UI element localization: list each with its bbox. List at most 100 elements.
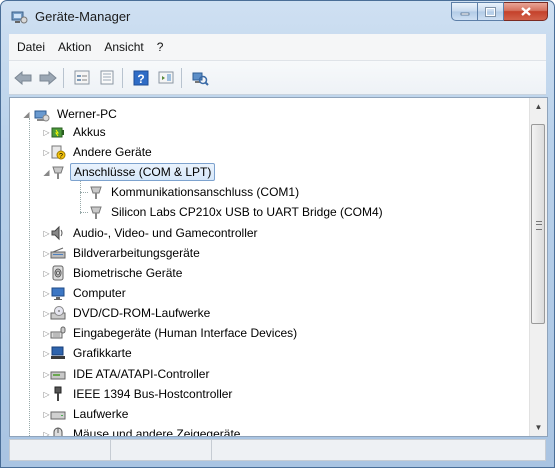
tree-subitem-com4[interactable]: Silicon Labs CP210x USB to UART Bridge (… [80,202,386,222]
status-bar [9,439,546,461]
firewire-icon [50,386,66,402]
expand-arrow-icon[interactable]: ▷ [42,128,51,137]
toolbar: ? [9,61,546,95]
toolbar-separator [63,67,64,88]
window-title: Geräte-Manager [35,9,131,24]
port-icon [50,164,66,180]
battery-icon [50,124,66,140]
menu-ansicht[interactable]: Ansicht [99,40,148,54]
maximize-button[interactable] [478,2,504,21]
tree-item-label: IDE ATA/ATAPI-Controller [73,367,210,381]
tree-item-grafikkarte[interactable]: ▷ Grafikkarte [43,343,135,363]
svg-text:?: ? [59,153,63,160]
scrollbar-thumb[interactable] [531,124,545,324]
list-view-button[interactable] [96,67,118,89]
close-icon [520,7,531,16]
device-manager-icon [11,9,29,25]
expand-arrow-icon[interactable]: ▷ [42,269,51,278]
close-button[interactable] [504,2,548,21]
tree-item-dvd[interactable]: ▷ DVD/CD-ROM-Laufwerke [43,303,213,323]
menu-help[interactable]: ? [152,40,169,54]
tree-item-ide[interactable]: ▷ IDE ATA/ATAPI-Controller [43,364,212,384]
forward-icon [39,70,57,85]
expand-arrow-icon[interactable]: ▷ [42,410,51,419]
tree-item-audio[interactable]: ▷ Audio-, Video- und Gamecontroller [43,223,261,243]
tree-line [29,118,30,436]
tree-item-anschluesse[interactable]: ◢ Anschlüsse (COM & LPT) [43,162,216,182]
tree-line [80,180,81,214]
tree-root-label: Werner-PC [57,107,117,121]
minimize-button[interactable] [451,2,478,21]
scroll-down-arrow-icon[interactable]: ▼ [530,419,547,436]
scrollbar-grip-icon [536,221,542,230]
tree-item-label: DVD/CD-ROM-Laufwerke [73,306,211,320]
expand-arrow-icon[interactable]: ▷ [42,430,51,436]
expand-arrow-icon[interactable]: ▷ [42,148,51,157]
tree-item-label: Mäuse und andere Zeigegeräte [73,427,241,437]
tree-root[interactable]: ◢ Werner-PC [22,104,120,124]
tree-item-label: Audio-, Video- und Gamecontroller [73,226,258,240]
tree-item-label: Biometrische Geräte [73,266,183,280]
scan-hardware-button[interactable] [189,67,211,89]
help-button[interactable]: ? [130,67,152,89]
expand-arrow-icon[interactable]: ▷ [42,229,51,238]
tree-item-ieee1394[interactable]: ▷ IEEE 1394 Bus-Hostcontroller [43,384,235,404]
tree-item-laufwerke[interactable]: ▷ Laufwerke [43,404,131,424]
back-icon [14,70,32,85]
disk-drive-icon [50,406,66,422]
back-button[interactable] [12,67,34,89]
tree-item-label: Anschlüsse (COM & LPT) [70,163,216,181]
ide-controller-icon [50,366,66,382]
scanner-icon [50,245,66,261]
properties-button[interactable] [71,67,93,89]
hid-icon [50,325,66,341]
window-controls [451,2,548,22]
vertical-scrollbar[interactable]: ▲ ▼ [529,98,547,436]
display-adapter-icon [50,345,66,361]
toolbar-separator [181,67,182,88]
device-tree[interactable]: ◢ Werner-PC ▷ Akkus ▷ ? Andere Geräte ◢ … [9,97,548,437]
expand-arrow-icon[interactable]: ▷ [42,309,51,318]
status-pane [111,440,212,460]
menu-datei[interactable]: Datei [12,40,50,54]
collapse-arrow-icon[interactable]: ◢ [22,110,31,119]
tree-item-eingabegeraete[interactable]: ▷ Eingabegeräte (Human Interface Devices… [43,323,300,343]
computer-icon [34,106,50,122]
device-manager-window: Geräte-Manager Datei Aktion Ansicht ? ? … [0,0,555,468]
menu-aktion[interactable]: Aktion [53,40,96,54]
expand-arrow-icon[interactable]: ▷ [42,289,51,298]
expand-arrow-icon[interactable]: ▷ [42,370,51,379]
scan-hardware-icon [192,72,209,86]
expand-arrow-icon[interactable]: ▷ [42,390,51,399]
tree-item-biometrisch[interactable]: ▷ Biometrische Geräte [43,263,185,283]
tree-item-label: Silicon Labs CP210x USB to UART Bridge (… [111,205,383,219]
expand-arrow-icon[interactable]: ▷ [42,329,51,338]
toolbar-separator [122,67,123,88]
fingerprint-icon [50,265,66,281]
list-view-icon [100,70,114,85]
tree-item-label: Grafikkarte [73,346,132,360]
status-pane [10,440,111,460]
tree-item-akkus[interactable]: ▷ Akkus [43,122,109,142]
svg-text:?: ? [137,72,144,86]
menu-bar: Datei Aktion Ansicht ? [9,34,546,61]
tree-item-maeuse[interactable]: ▷ Mäuse und andere Zeigegeräte [43,424,243,437]
expand-arrow-icon[interactable]: ▷ [42,349,51,358]
tree-item-label: Eingabegeräte (Human Interface Devices) [73,326,298,340]
tree-item-label: Laufwerke [73,407,129,421]
expand-arrow-icon[interactable]: ▷ [42,249,51,258]
scroll-up-arrow-icon[interactable]: ▲ [530,98,547,115]
title-bar[interactable]: Geräte-Manager [1,1,554,33]
expand-view-button[interactable] [155,67,177,89]
tree-item-computer[interactable]: ▷ Computer [43,283,129,303]
tree-item-bildverarbeitung[interactable]: ▷ Bildverarbeitungsgeräte [43,243,203,263]
tree-line [80,192,88,193]
tree-subitem-com1[interactable]: Kommunikationsanschluss (COM1) [80,182,302,202]
tree-item-label: Akkus [73,125,106,139]
forward-button[interactable] [37,67,59,89]
tree-item-andere-geraete[interactable]: ▷ ? Andere Geräte [43,142,155,162]
tree-item-label: Andere Geräte [73,145,152,159]
collapse-arrow-icon[interactable]: ◢ [42,168,51,177]
tree-item-label: Computer [73,286,126,300]
dvd-drive-icon [50,305,66,321]
